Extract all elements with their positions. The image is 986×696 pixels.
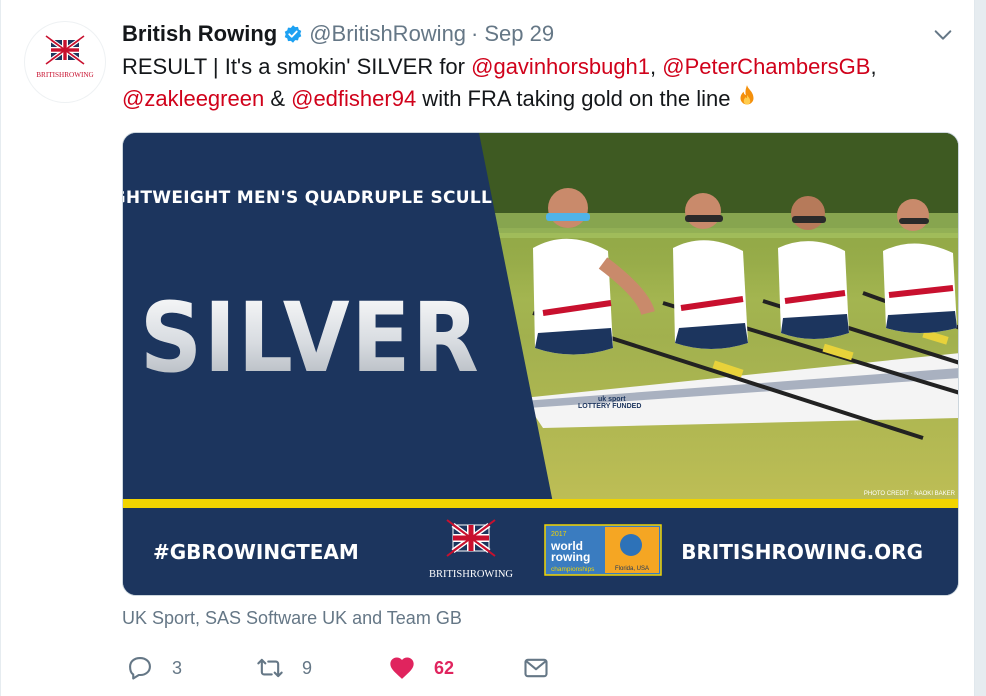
- tweet-timestamp[interactable]: Sep 29: [484, 21, 554, 47]
- tagged-users[interactable]: UK Sport, SAS Software UK and Team GB: [122, 608, 462, 629]
- caret-down-icon[interactable]: [932, 24, 954, 46]
- reply-button[interactable]: 3: [126, 652, 182, 684]
- author-handle[interactable]: @BritishRowing: [309, 21, 466, 47]
- separator: ·: [471, 21, 479, 46]
- svg-text:2017: 2017: [551, 531, 567, 538]
- like-count: 62: [434, 657, 455, 678]
- photo-credit: PHOTO CREDIT · NAOKI BAKER: [864, 491, 956, 497]
- reply-count: 3: [172, 657, 183, 678]
- text-segment: with FRA taking gold on the line: [416, 86, 731, 111]
- tweet-header: British Rowing @BritishRowing · Sep 29: [122, 20, 954, 48]
- text-segment: &: [264, 86, 292, 111]
- mention-link[interactable]: @edfisher94: [291, 86, 416, 111]
- yellow-stripe: [123, 499, 958, 508]
- event-title: LIGHTWEIGHT MEN'S QUADRUPLE SCULL: [123, 188, 492, 208]
- center-logo: [446, 519, 496, 557]
- message-icon: [524, 658, 548, 678]
- avatar[interactable]: BRITISHROWING: [25, 22, 105, 102]
- retweet-button[interactable]: 9: [256, 652, 312, 684]
- fire-emoji-icon: [740, 85, 754, 105]
- svg-text:Florida, USA: Florida, USA: [615, 566, 649, 572]
- author-name[interactable]: British Rowing: [122, 21, 277, 47]
- medal-text: SILVER: [140, 282, 481, 394]
- mention-link[interactable]: @zakleegreen: [122, 86, 264, 111]
- svg-text:BRITISHROWING: BRITISHROWING: [36, 71, 94, 79]
- boat-label-uksport: uk sport: [598, 396, 626, 403]
- website-text: BRITISHROWING.ORG: [681, 540, 923, 564]
- reply-icon: [129, 657, 151, 680]
- text-segment: ,: [870, 54, 877, 79]
- mention-link[interactable]: @gavinhorsbugh1: [471, 54, 650, 79]
- text-segment: RESULT | It's a smokin' SILVER for: [122, 54, 472, 79]
- center-logo-text: BRITISHROWING: [429, 569, 513, 580]
- hashtag-text: #GBROWINGTEAM: [153, 540, 359, 564]
- british-rowing-logo-icon: BRITISHROWING: [36, 35, 94, 79]
- tweet-actions: 3 9 62: [122, 652, 822, 684]
- boat-label-lottery: LOTTERY FUNDED: [578, 403, 641, 410]
- retweet-count: 9: [302, 657, 313, 678]
- svg-text:rowing: rowing: [551, 550, 590, 564]
- svg-text:championships: championships: [551, 566, 595, 573]
- result-graphic: LOTTERY FUNDED uk sport PHOTO CREDIT · N…: [123, 133, 958, 595]
- media-image[interactable]: LOTTERY FUNDED uk sport PHOTO CREDIT · N…: [122, 132, 959, 596]
- tweet-text: RESULT | It's a smokin' SILVER for @gavi…: [122, 51, 957, 115]
- text-segment: ,: [650, 54, 663, 79]
- heart-icon: [390, 657, 414, 679]
- retweet-icon: [257, 658, 283, 678]
- like-button[interactable]: 62: [388, 652, 454, 684]
- wrc-logo: 2017 world rowing championships Florida,…: [544, 524, 662, 576]
- direct-message-button[interactable]: [522, 652, 550, 684]
- tweet-card[interactable]: BRITISHROWING British Rowing @BritishRow…: [0, 0, 975, 696]
- verified-icon: [284, 25, 302, 43]
- mention-link[interactable]: @PeterChambersGB: [662, 54, 870, 79]
